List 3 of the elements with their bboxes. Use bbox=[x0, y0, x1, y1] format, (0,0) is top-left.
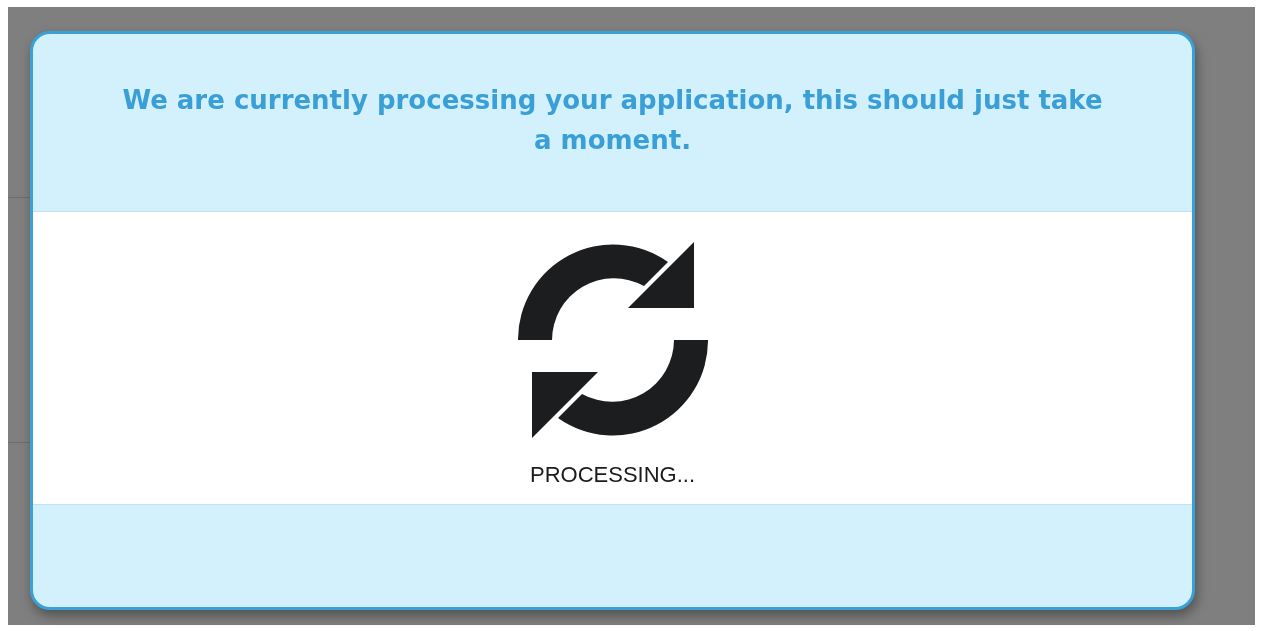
processing-message: We are currently processing your application, this should just take a moment. bbox=[121, 84, 1104, 157]
sync-icon bbox=[517, 242, 708, 438]
processing-status: PROCESSING... bbox=[529, 462, 695, 488]
